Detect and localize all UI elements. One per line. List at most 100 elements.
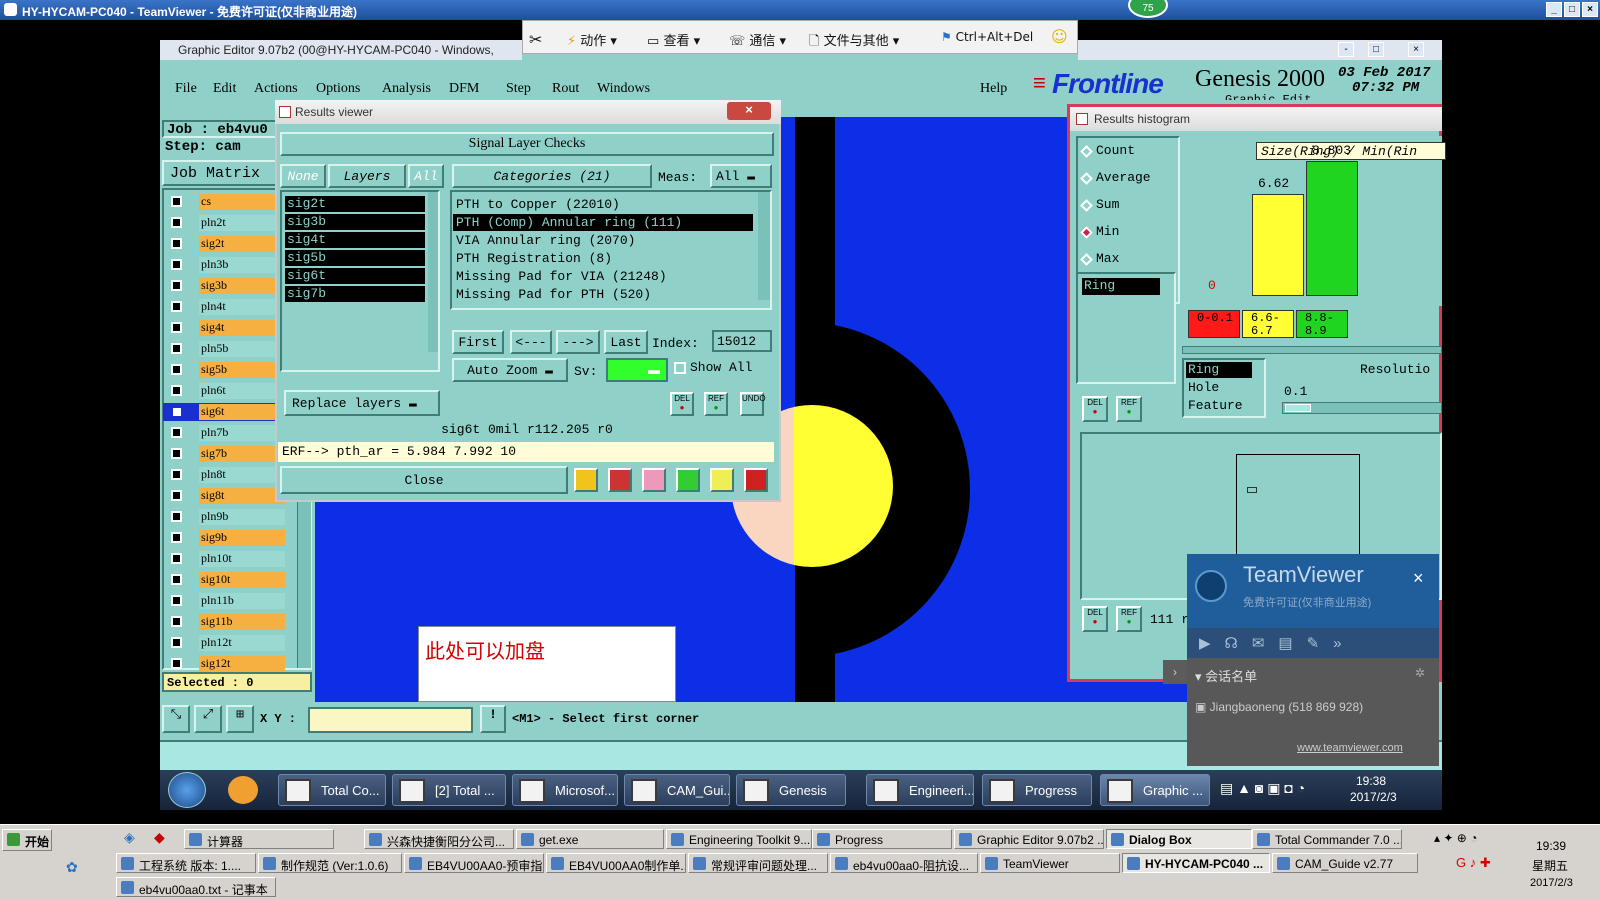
menu-analysis[interactable]: Analysis xyxy=(382,81,431,97)
resolution-slider[interactable] xyxy=(1282,402,1442,414)
measure-option-min[interactable]: Min xyxy=(1080,224,1119,239)
layer-row-pln4t[interactable]: pln4t xyxy=(163,298,287,316)
auto-zoom-select[interactable]: Auto Zoom ▬ xyxy=(452,358,568,382)
zoom-home-icon[interactable]: ⤡ xyxy=(162,705,190,733)
menu-help[interactable]: Help xyxy=(980,81,1007,97)
local-task-item[interactable]: TeamViewer xyxy=(980,853,1120,873)
ring-item[interactable]: Ring xyxy=(1082,278,1160,295)
group-hole[interactable]: Hole xyxy=(1188,380,1219,395)
layer-row-pln11b[interactable]: pln11b xyxy=(163,592,287,610)
menu-options[interactable]: Options xyxy=(316,81,360,97)
preview-del-icon[interactable]: DEL ● xyxy=(1082,606,1108,632)
layer-checkbox[interactable] xyxy=(171,322,182,333)
count-icon[interactable] xyxy=(676,468,700,492)
histogram-bin[interactable]: 0-0.1 xyxy=(1188,310,1240,338)
local-task-item[interactable]: Total Commander 7.0 ... xyxy=(1252,829,1402,849)
grid-icon[interactable]: ⊞ xyxy=(226,705,254,733)
menu-rout[interactable]: Rout xyxy=(552,81,579,97)
first-button[interactable]: First xyxy=(452,330,504,354)
layer-row-sig10t[interactable]: sig10t xyxy=(163,571,287,589)
none-button[interactable]: None xyxy=(280,164,326,188)
layer-checkbox[interactable] xyxy=(171,448,182,459)
result-layer-item[interactable]: sig7b xyxy=(285,286,425,302)
preview-ref-icon[interactable]: REF ● xyxy=(1116,606,1142,632)
histogram-bar[interactable] xyxy=(1252,194,1304,296)
menu-dfm[interactable]: DFM xyxy=(449,81,479,97)
layer-checkbox[interactable] xyxy=(171,196,182,207)
remote-task-item[interactable]: Total Co... xyxy=(278,774,386,806)
remote-task-item[interactable]: Graphic ... xyxy=(1100,774,1210,806)
result-layer-item[interactable]: sig5b xyxy=(285,250,425,266)
local-task-item[interactable]: get.exe xyxy=(516,829,664,849)
menu-edit[interactable]: Edit xyxy=(213,81,236,97)
histogram-bar[interactable] xyxy=(1306,161,1358,296)
layer-checkbox[interactable] xyxy=(171,217,182,228)
histogram-bin[interactable]: 8.8-8.9 xyxy=(1296,310,1348,338)
remote-task-item[interactable]: CAM_Gui... xyxy=(624,774,730,806)
layer-checkbox[interactable] xyxy=(171,280,182,291)
hist-ref-icon[interactable]: REF ● xyxy=(1116,396,1142,422)
categories-scrollbar[interactable] xyxy=(758,192,770,300)
editor-close-button[interactable]: × xyxy=(1408,42,1424,57)
results-close-button[interactable]: Close xyxy=(280,466,568,494)
toolbar-actions[interactable]: ⚡ 动作 ▾ xyxy=(567,30,617,49)
local-task-item[interactable]: Dialog Box xyxy=(1106,829,1252,849)
layer-row-pln6t[interactable]: pln6t xyxy=(163,382,287,400)
local-task-item[interactable]: EB4VU00AA0-预审指... xyxy=(404,853,544,873)
layer-row-pln5b[interactable]: pln5b xyxy=(163,340,287,358)
categories-button[interactable]: Categories (21) xyxy=(452,164,652,188)
panel-close-icon[interactable]: × xyxy=(1413,568,1424,589)
last-button[interactable]: Last xyxy=(604,330,648,354)
measure-option-count[interactable]: Count xyxy=(1080,143,1135,158)
pdf-icon[interactable]: ◆ xyxy=(154,829,165,846)
histogram-icon[interactable] xyxy=(744,468,768,492)
index-input[interactable]: 15012 xyxy=(712,330,772,352)
layer-row-pln7b[interactable]: pln7b xyxy=(163,424,287,442)
category-item[interactable]: PTH Registration (8) xyxy=(453,250,753,267)
measure-option-max[interactable]: Max xyxy=(1080,251,1119,266)
local-task-item[interactable]: Graphic Editor 9.07b2 ... xyxy=(954,829,1104,849)
chart-icon[interactable] xyxy=(574,468,598,492)
layer-row-pln3b[interactable]: pln3b xyxy=(163,256,287,274)
layer-checkbox[interactable] xyxy=(171,595,182,606)
menu-step[interactable]: Step xyxy=(506,81,531,97)
shell-icon[interactable] xyxy=(228,776,258,804)
layer-row-pln9b[interactable]: pln9b xyxy=(163,508,287,526)
stop-icon[interactable] xyxy=(608,468,632,492)
layer-row-cs[interactable]: cs xyxy=(163,193,287,211)
editor-minimize-button[interactable]: - xyxy=(1338,42,1354,57)
layer-checkbox[interactable] xyxy=(171,406,183,418)
layer-row-pln12t[interactable]: pln12t xyxy=(163,634,287,652)
cancel-icon[interactable] xyxy=(642,468,666,492)
local-task-item[interactable]: Progress xyxy=(812,829,952,849)
xy-input[interactable] xyxy=(308,707,473,733)
result-layer-item[interactable]: sig3b xyxy=(285,214,425,230)
local-task-item[interactable]: HY-HYCAM-PC040 ... xyxy=(1122,853,1270,873)
report-icon[interactable] xyxy=(710,468,734,492)
maximize-button[interactable]: □ xyxy=(1564,2,1580,17)
all-layers-button[interactable]: All xyxy=(408,164,444,188)
replace-layers-select[interactable]: Replace layers ▬ xyxy=(284,390,440,416)
local-tray-icons[interactable]: ▴ ✦ ⊕ ◔ xyxy=(1434,831,1477,845)
local-task-item[interactable]: eb4vu00aa0.txt - 记事本 xyxy=(116,877,276,897)
close-button[interactable]: × xyxy=(1582,2,1598,17)
local-task-item[interactable]: EB4VU00AA0制作单.... xyxy=(546,853,686,873)
layer-row-sig9b[interactable]: sig9b xyxy=(163,529,287,547)
layer-checkbox[interactable] xyxy=(171,553,182,564)
layer-checkbox[interactable] xyxy=(171,637,182,648)
layer-row-sig6t[interactable]: sig6t xyxy=(163,403,287,421)
group-ring[interactable]: Ring xyxy=(1186,362,1252,378)
start-orb[interactable] xyxy=(168,772,206,808)
toolbar-view[interactable]: ▭ 查看 ▾ xyxy=(647,30,700,49)
menu-windows[interactable]: Windows xyxy=(597,81,650,97)
remote-task-item[interactable]: Progress xyxy=(982,774,1092,806)
layer-row-sig7b[interactable]: sig7b xyxy=(163,445,287,463)
histogram-scrollbar[interactable] xyxy=(1182,346,1442,354)
quicklaunch-icon[interactable]: ✿ xyxy=(66,859,78,876)
layer-checkbox[interactable] xyxy=(171,259,182,270)
category-item[interactable]: PTH (Comp) Annular ring (111) xyxy=(453,214,753,231)
session-contact[interactable]: ▣ Jiangbaoneng (518 869 928) xyxy=(1195,700,1363,714)
local-task-item[interactable]: 计算器 xyxy=(184,829,334,849)
menu-file[interactable]: File xyxy=(175,81,197,97)
measure-option-average[interactable]: Average xyxy=(1080,170,1151,185)
